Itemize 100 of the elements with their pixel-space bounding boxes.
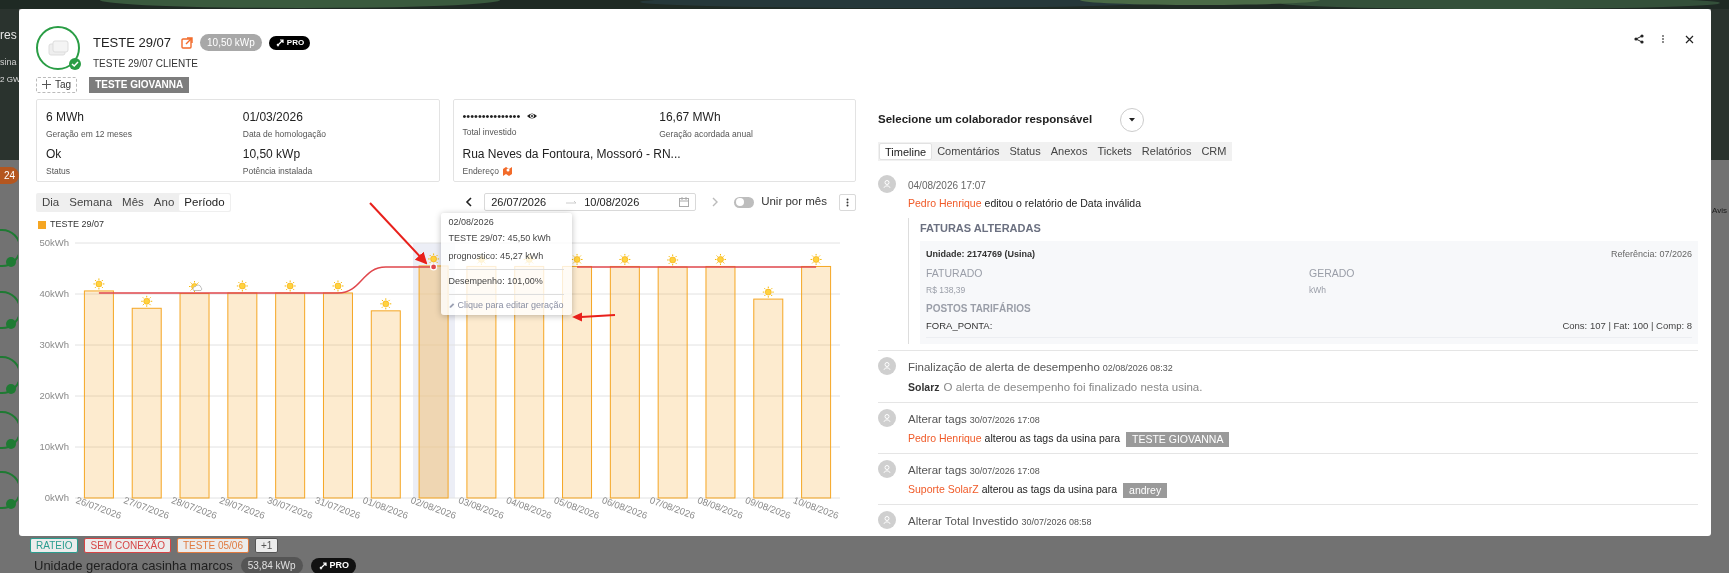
calendar-icon	[679, 197, 690, 207]
actor-name[interactable]: Solarz	[908, 379, 940, 396]
info-value: Rua Neves da Fontoura, Mossoró - RN...	[462, 145, 682, 163]
avatar-ring	[0, 290, 18, 330]
tab[interactable]: Relatórios	[1136, 143, 1197, 160]
column-label: FATURADO	[926, 265, 984, 281]
avatar-ring	[0, 228, 18, 268]
tab[interactable]: Tickets	[1092, 143, 1137, 160]
row-value: Cons: 107 | Fat: 100 | Comp: 8	[1562, 319, 1692, 334]
sun-icon	[284, 279, 297, 292]
column-value: kWh	[1309, 283, 1327, 297]
info-value: 01/03/2026	[242, 108, 304, 126]
event-date: 04/08/2026 17:07	[908, 179, 987, 193]
count-badge: 24	[0, 167, 20, 184]
toggle-switch[interactable]	[734, 196, 755, 208]
tag: andrey	[1123, 482, 1168, 498]
map-icon[interactable]	[502, 165, 512, 176]
tooltip-text: TESTE 29/07: 45,50 kWh	[448, 231, 552, 245]
event-title: Alterar tags	[908, 412, 967, 427]
event-title: Finalização de alerta de desempenho	[908, 359, 1100, 375]
share-icon	[1634, 34, 1644, 44]
period-tab[interactable]: Mês	[117, 193, 149, 211]
background-text: Avis	[1712, 205, 1727, 217]
info-label: Total investido	[462, 126, 517, 139]
row-label: FORA_PONTA:	[926, 319, 993, 334]
power-pill: 53,84 kWp	[240, 557, 303, 573]
period-tab[interactable]: Período	[179, 193, 230, 211]
person-icon	[883, 361, 891, 370]
tooltip-text: Desempenho: 101,00%	[448, 274, 544, 288]
info-label: Data de homologação	[242, 127, 326, 141]
sun-icon	[331, 279, 344, 292]
axis-label: 50kWh	[39, 236, 69, 248]
axis-label: 10kWh	[39, 440, 69, 452]
legend-label: TESTE 29/07	[50, 217, 105, 231]
client-name: TESTE 29/07 CLIENTE	[93, 56, 200, 71]
unit-label: Unidade: 2174769 (Usina)	[926, 248, 1036, 262]
chevron-left-icon[interactable]	[465, 197, 474, 207]
external-link-icon[interactable]	[181, 36, 194, 49]
hover-point	[430, 262, 438, 271]
sun-icon	[140, 294, 153, 307]
info-value: 6 MWh	[46, 108, 85, 126]
event-title: Alterar tags	[908, 463, 967, 478]
power-pill: 10,50 kWp	[200, 34, 262, 52]
plant-name: TESTE 29/07	[93, 34, 172, 52]
unit-name: Unidade geradora casinha marcos	[34, 557, 233, 573]
masked-value: •••••••••••••••	[462, 108, 521, 124]
event-text: editou o relatório de Data inválida	[984, 196, 1141, 211]
info-value: 10,50 kWp	[242, 145, 302, 163]
axis-label: 0kWh	[44, 491, 69, 503]
event-title: Alterar Total Investido	[908, 514, 1019, 529]
sun-icon	[618, 252, 631, 265]
sun-icon	[379, 297, 392, 310]
caret-icon	[1129, 118, 1136, 122]
responsible-label: Selecione um colaborador responsável	[878, 112, 1093, 128]
image-placeholder-icon	[46, 38, 70, 58]
sun-icon	[762, 285, 775, 298]
plus-icon	[42, 80, 51, 89]
info-label: Status	[46, 164, 71, 178]
pro-badge: PRO	[310, 558, 357, 573]
avatar-ring	[0, 355, 18, 395]
actor-name[interactable]: Pedro Henrique	[908, 196, 982, 212]
tooltip-text: prognostico: 45,27 kWh	[448, 249, 545, 263]
section-title: FATURAS ALTERADAS	[920, 220, 1042, 236]
event-date: 30/07/2026 17:08	[969, 465, 1040, 478]
tag: TESTE GIOVANNA	[1126, 431, 1230, 447]
tab[interactable]: Status	[1004, 143, 1046, 160]
toggle-label: Unir por mês	[761, 194, 827, 210]
info-label: Endereço	[462, 164, 499, 178]
axis-label: 40kWh	[39, 287, 69, 299]
section-title: POSTOS TARIFÁRIOS	[926, 301, 1032, 317]
sun-icon	[666, 253, 679, 266]
event-text: alterou as tags da usina para	[981, 482, 1118, 498]
tag: RATEIO	[30, 538, 79, 553]
background-text: res	[0, 27, 17, 44]
sun-icon	[427, 252, 440, 265]
period-tab[interactable]: Semana	[64, 193, 118, 211]
event-date: 30/07/2026 17:08	[969, 414, 1040, 427]
person-icon	[883, 414, 891, 422]
info-label: Geração acordada anual	[659, 127, 753, 141]
reference-label: Referência: 07/2026	[1610, 248, 1692, 262]
tag: TESTE 05/06	[176, 538, 249, 553]
period-tab[interactable]: Dia	[37, 193, 65, 211]
date-range-field[interactable]: 26/07/2026 10/08/2026	[484, 193, 697, 211]
column-value: R$ 138,39	[926, 283, 967, 297]
chevron-right-icon[interactable]	[711, 197, 720, 207]
annotation-arrow	[571, 311, 617, 322]
cloud-sun-icon	[188, 280, 202, 292]
sun-icon	[92, 277, 105, 290]
actor-name[interactable]: Pedro Henrique	[908, 431, 982, 447]
actor-name[interactable]: Suporte SolarZ	[908, 482, 979, 498]
sun-icon	[571, 252, 584, 265]
person-icon	[883, 180, 891, 188]
add-tag-button[interactable]: Tag	[36, 76, 78, 93]
tab[interactable]: CRM	[1196, 143, 1232, 160]
tab[interactable]: Comentários	[932, 143, 1005, 160]
tab[interactable]: Timeline	[879, 143, 933, 160]
axis-label: 30kWh	[39, 338, 69, 350]
period-tab[interactable]: Ano	[148, 193, 180, 211]
more-button[interactable]	[839, 193, 856, 211]
tab[interactable]: Anexos	[1045, 143, 1093, 160]
